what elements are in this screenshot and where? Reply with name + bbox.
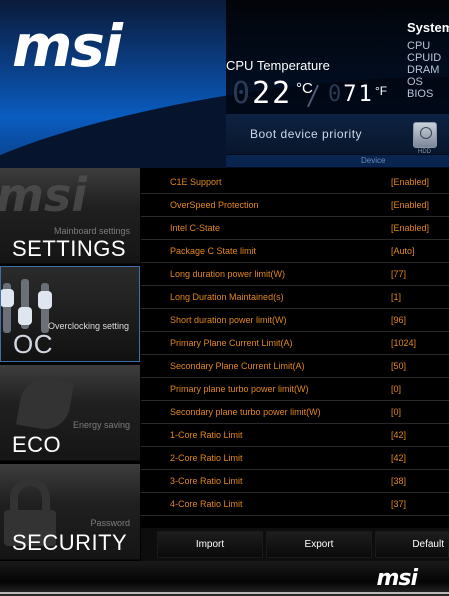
setting-value[interactable]: [38] bbox=[391, 476, 406, 486]
celsius-unit: °C bbox=[296, 80, 313, 97]
setting-label: OverSpeed Protection bbox=[170, 200, 259, 210]
sidebar-item-label: OC bbox=[13, 329, 53, 359]
setting-value[interactable]: [0] bbox=[391, 384, 401, 394]
setting-label: Package C State limit bbox=[170, 246, 257, 256]
system-item-cpu: CPU bbox=[407, 40, 431, 52]
sidebar-item-settings[interactable]: msi Mainboard settings SETTINGS bbox=[0, 168, 140, 264]
setting-row[interactable]: Long duration power limit(W) [77] bbox=[141, 263, 449, 286]
setting-row[interactable]: Intel C-State [Enabled] bbox=[141, 217, 449, 240]
setting-label: Secondary plane turbo power limit(W) bbox=[170, 407, 321, 417]
sidebar-sub-label: Overclocking setting bbox=[47, 321, 129, 331]
setting-row[interactable]: Package C State limit [Auto] bbox=[141, 240, 449, 263]
setting-label: 4-Core Ratio Limit bbox=[170, 499, 243, 509]
setting-row[interactable]: 2-Core Ratio Limit [42] bbox=[141, 447, 449, 470]
slider-knob-icon bbox=[1, 289, 14, 307]
fahrenheit-unit: °F bbox=[375, 84, 388, 98]
setting-row[interactable]: Long Duration Maintained(s) [1] bbox=[141, 286, 449, 309]
export-button[interactable]: Export bbox=[266, 531, 372, 558]
system-item-dram: DRAM bbox=[407, 64, 440, 76]
setting-label: Long duration power limit(W) bbox=[170, 269, 286, 279]
setting-row[interactable]: Short duration power limit(W) [96] bbox=[141, 309, 449, 332]
setting-value[interactable]: [Auto] bbox=[391, 246, 415, 256]
setting-label: Intel C-State bbox=[170, 223, 221, 233]
setting-row[interactable]: Primary plane turbo power limit(W) [0] bbox=[141, 378, 449, 401]
setting-row[interactable]: 1-Core Ratio Limit [42] bbox=[141, 424, 449, 447]
sidebar-item-label: SECURITY bbox=[12, 530, 128, 555]
setting-value[interactable]: [1] bbox=[391, 292, 401, 302]
setting-value[interactable]: [42] bbox=[391, 430, 406, 440]
sidebar-sub-label: Password bbox=[90, 518, 130, 528]
device-strip bbox=[226, 155, 449, 167]
sidebar-item-security[interactable]: Password SECURITY bbox=[0, 464, 140, 560]
setting-value[interactable]: [Enabled] bbox=[391, 177, 429, 187]
hdd-icon[interactable] bbox=[413, 122, 437, 148]
setting-value[interactable]: [Enabled] bbox=[391, 200, 429, 210]
footer: msi bbox=[0, 561, 449, 596]
setting-value[interactable]: [77] bbox=[391, 269, 406, 279]
cpu-temperature-label: CPU Temperature bbox=[226, 58, 330, 73]
msi-logo: msi bbox=[12, 12, 123, 80]
action-button-bar: Import Export Default bbox=[141, 528, 449, 561]
setting-value[interactable]: [1024] bbox=[391, 338, 416, 348]
device-label: Device bbox=[361, 156, 386, 165]
cpu-temp-fahrenheit: 071 bbox=[328, 82, 374, 107]
slider-knob-icon bbox=[18, 307, 32, 325]
setting-label: 3-Core Ratio Limit bbox=[170, 476, 243, 486]
setting-value[interactable]: [96] bbox=[391, 315, 406, 325]
sidebar-item-eco[interactable]: Energy saving ECO bbox=[0, 365, 140, 461]
sidebar-item-label: ECO bbox=[12, 432, 62, 457]
msi-logo-icon: msi bbox=[0, 168, 88, 222]
footer-msi-logo: msi bbox=[376, 566, 418, 591]
cpu-temp-celsius: 022 bbox=[232, 76, 293, 111]
default-button[interactable]: Default bbox=[375, 531, 449, 558]
setting-row[interactable]: 4-Core Ratio Limit [37] bbox=[141, 493, 449, 516]
system-item-cpuid: CPUID bbox=[407, 52, 442, 64]
setting-row[interactable]: OverSpeed Protection [Enabled] bbox=[141, 194, 449, 217]
setting-label: Secondary Plane Current Limit(A) bbox=[170, 361, 305, 371]
setting-label: C1E Support bbox=[170, 177, 222, 187]
sidebar-sub-label: Mainboard settings bbox=[53, 226, 130, 236]
sidebar-item-oc[interactable]: Overclocking setting OC bbox=[0, 266, 140, 362]
system-info-list: CPU CPUID DRAM OS BIOS bbox=[407, 40, 441, 100]
setting-value[interactable]: [0] bbox=[391, 407, 401, 417]
setting-row[interactable]: C1E Support [Enabled] bbox=[141, 171, 449, 194]
oc-settings-panel: C1E Support [Enabled] OverSpeed Protectio… bbox=[141, 168, 449, 528]
header: msi CPU Temperature 022 °C 071 °F System… bbox=[0, 0, 449, 168]
setting-label: Short duration power limit(W) bbox=[170, 315, 287, 325]
import-button[interactable]: Import bbox=[157, 531, 263, 558]
leaf-icon bbox=[16, 375, 74, 433]
setting-label: Primary Plane Current Limit(A) bbox=[170, 338, 293, 348]
system-info-title[interactable]: System bbox=[407, 20, 449, 35]
setting-label: Primary plane turbo power limit(W) bbox=[170, 384, 309, 394]
system-item-os: OS bbox=[407, 76, 423, 88]
setting-label: 1-Core Ratio Limit bbox=[170, 430, 243, 440]
setting-label: Long Duration Maintained(s) bbox=[170, 292, 284, 302]
slider-knob-icon bbox=[38, 291, 52, 309]
setting-value[interactable]: [50] bbox=[391, 361, 406, 371]
setting-value[interactable]: [Enabled] bbox=[391, 223, 429, 233]
sidebar-sub-label: Energy saving bbox=[72, 420, 130, 430]
footer-divider bbox=[0, 592, 449, 594]
setting-label: 2-Core Ratio Limit bbox=[170, 453, 243, 463]
sidebar-item-label: SETTINGS bbox=[12, 236, 127, 261]
sidebar: msi Mainboard settings SETTINGS Overcloc… bbox=[0, 168, 140, 561]
setting-row[interactable]: Secondary plane turbo power limit(W) [0] bbox=[141, 401, 449, 424]
setting-value[interactable]: [37] bbox=[391, 499, 406, 509]
boot-device-priority-label[interactable]: Boot device priority bbox=[250, 127, 362, 141]
setting-row[interactable]: Secondary Plane Current Limit(A) [50] bbox=[141, 355, 449, 378]
setting-value[interactable]: [42] bbox=[391, 453, 406, 463]
system-item-bios: BIOS bbox=[407, 88, 434, 100]
setting-row[interactable]: 3-Core Ratio Limit [38] bbox=[141, 470, 449, 493]
setting-row[interactable]: Primary Plane Current Limit(A) [1024] bbox=[141, 332, 449, 355]
